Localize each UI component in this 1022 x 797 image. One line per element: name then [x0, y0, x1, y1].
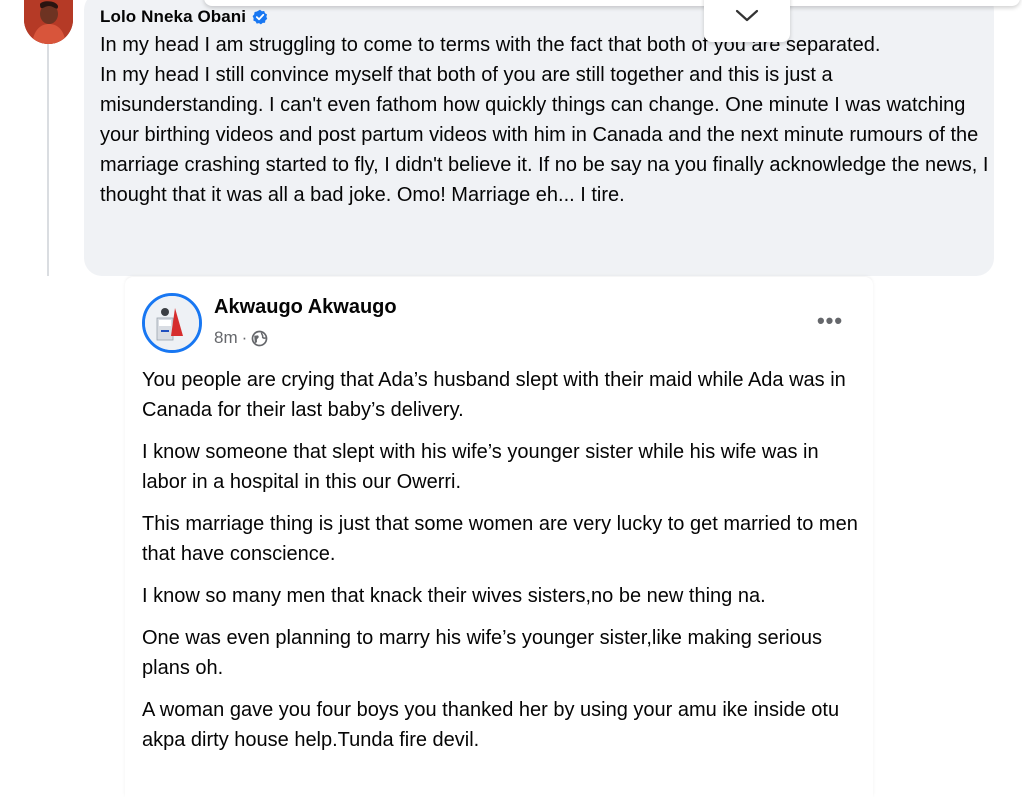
meta-separator: ·	[241, 328, 248, 347]
thread-line	[47, 44, 49, 276]
post-paragraph: You people are crying that Ada’s husband…	[142, 369, 846, 421]
comment-author-name[interactable]: Lolo Nneka Obani	[100, 7, 246, 27]
post-meta: 8m ·	[214, 327, 268, 349]
post-paragraph: One was even planning to marry his wife’…	[142, 627, 822, 679]
collapsed-card-edge	[204, 0, 1020, 6]
post-author-avatar[interactable]	[142, 293, 202, 353]
post-avatar-image	[145, 296, 199, 350]
collapse-toggle-button[interactable]	[704, 0, 790, 42]
avatar-image	[24, 0, 73, 44]
comment-text: In my head I am struggling to come to te…	[100, 34, 989, 206]
post-paragraph: I know someone that slept with his wife’…	[142, 441, 819, 493]
verified-badge-icon	[252, 9, 268, 25]
post-author-name[interactable]: Akwaugo Akwaugo	[214, 296, 397, 319]
post-timestamp[interactable]: 8m	[214, 328, 238, 348]
post-body: You people are crying that Ada’s husband…	[142, 365, 862, 767]
commenter-avatar[interactable]	[24, 0, 73, 44]
post-paragraph: A woman gave you four boys you thanked h…	[142, 699, 840, 751]
post-paragraph: I know so many men that knack their wive…	[142, 585, 766, 607]
more-options-button[interactable]: •••	[812, 306, 848, 336]
post-paragraph: This marriage thing is just that some wo…	[142, 513, 858, 565]
chevron-down-icon	[735, 9, 759, 28]
globe-icon	[251, 330, 268, 347]
comment-author-row: Lolo Nneka Obani	[100, 6, 268, 28]
